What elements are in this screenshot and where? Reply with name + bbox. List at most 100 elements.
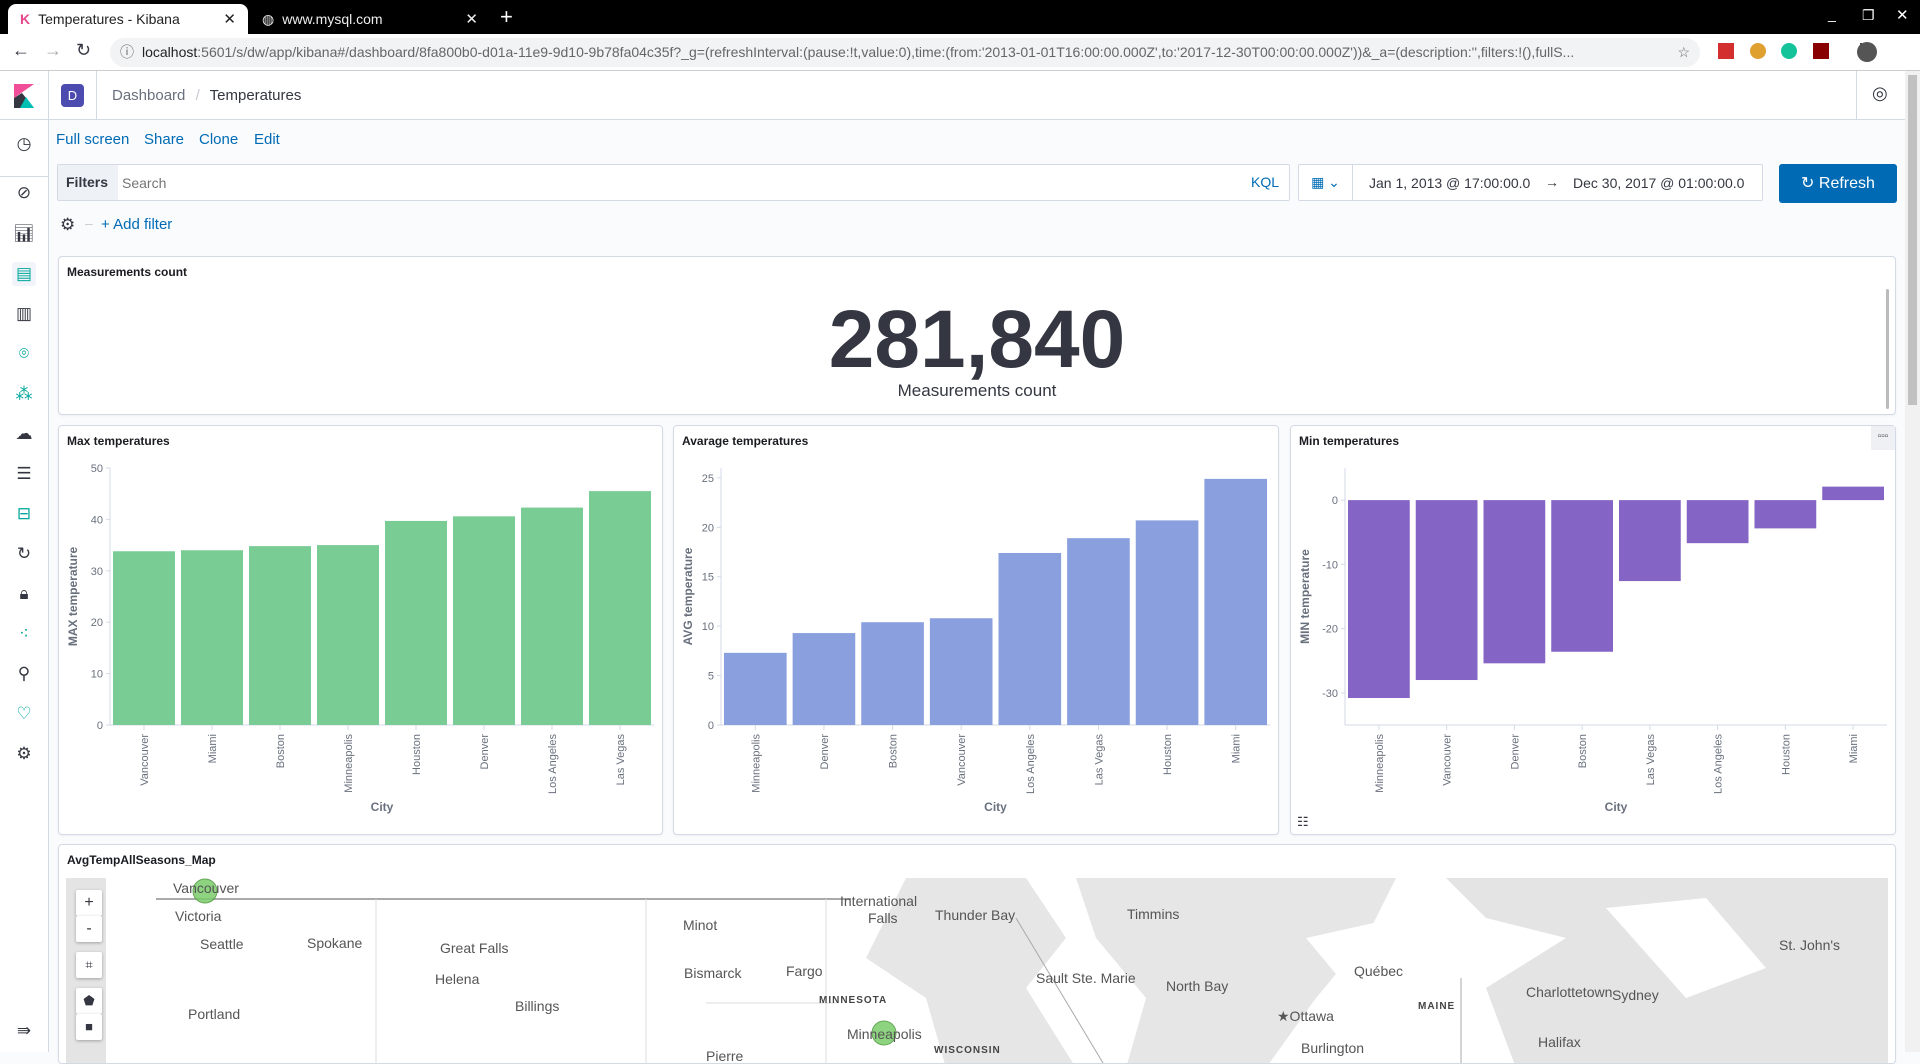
management-gear-icon[interactable]: ⚙ [12, 742, 36, 766]
refresh-button[interactable]: ↻ Refresh [1779, 164, 1897, 203]
bar-miami[interactable] [1822, 486, 1884, 501]
url-input[interactable]: ⓘ localhost:5601/s/dw/app/kibana#/dashbo… [110, 38, 1700, 67]
x-tick-label: Miami [1231, 734, 1243, 763]
bar-vancouver[interactable] [929, 618, 993, 725]
breadcrumb-dashboard[interactable]: Dashboard [112, 87, 185, 104]
bar-los-angeles[interactable] [521, 507, 583, 725]
y-tick-label: 30 [91, 566, 103, 578]
restore-button[interactable]: ❐ [1862, 7, 1875, 24]
share-link[interactable]: Share [144, 131, 184, 148]
filters-label[interactable]: Filters [58, 165, 118, 200]
back-icon[interactable]: ← [12, 40, 30, 61]
panel-options-button[interactable]: ▫▫▫ [1871, 426, 1895, 450]
maps-icon[interactable]: ⌾ [12, 342, 36, 366]
start-date-button[interactable]: Jan 1, 2013 @ 17:00:00.0 [1369, 175, 1530, 191]
map-place-label: MAINE [1418, 1001, 1456, 1012]
bar-las-vegas[interactable] [1619, 500, 1681, 582]
bar-denver[interactable] [792, 633, 856, 725]
bar-boston[interactable] [249, 546, 311, 725]
collapse-nav-icon[interactable]: ⇛ [12, 1019, 36, 1043]
sidebar-nav: ◷ ⊘ 📊︎ ▤ ▥ ⌾ ⁂ ☁ ☰ ⊟ ↻ 🔒︎ ⁖ ⚲ ♡ ⚙ ⇛ [0, 120, 49, 1052]
kibana-logo-icon[interactable] [14, 84, 34, 108]
logs-icon[interactable]: ☰ [12, 462, 36, 486]
space-avatar[interactable]: D [61, 84, 84, 107]
bookmark-star-icon[interactable]: ☆ [1673, 38, 1690, 67]
canvas-icon[interactable]: ▥ [12, 302, 36, 326]
add-filter-button[interactable]: + Add filter [101, 216, 172, 233]
page-scrollbar[interactable] [1905, 71, 1920, 1052]
zoom-in-button[interactable]: + [76, 890, 102, 916]
help-icon[interactable]: ◎ [1872, 83, 1888, 104]
average-temperatures-panel: Avarage temperatures 0 5 10 15 20 25 Minneapoli… [673, 425, 1279, 835]
calendar-dropdown-button[interactable]: ▦ ⌄ [1299, 165, 1353, 200]
siem-lock-icon[interactable]: 🔒︎ [12, 582, 36, 606]
bar-minneapolis[interactable] [1348, 500, 1410, 699]
bar-houston[interactable] [1754, 500, 1817, 529]
browser-tab-mysql[interactable]: ◍ www.mysql.com ✕ [250, 4, 490, 34]
bar-boston[interactable] [1551, 500, 1613, 652]
dashboard-icon[interactable]: ▤ [12, 262, 36, 286]
bar-las-vegas[interactable] [589, 491, 651, 725]
minimize-button[interactable]: _ [1828, 6, 1836, 22]
map-place-label: Minot [683, 917, 718, 933]
apm-icon[interactable]: ⊟ [12, 502, 36, 526]
legend-toggle-icon[interactable]: ☷ [1297, 814, 1309, 830]
y-tick-label: 40 [91, 514, 103, 526]
bar-los-angeles[interactable] [1686, 500, 1749, 544]
uptime-icon[interactable]: ↻ [12, 542, 36, 566]
bar-denver[interactable] [1483, 500, 1546, 664]
bar-houston[interactable] [1135, 520, 1199, 725]
ublock-icon[interactable] [1813, 43, 1829, 59]
y-tick-label: 25 [702, 473, 714, 485]
bar-los-angeles[interactable] [998, 553, 1062, 725]
x-tick-label: Miami [207, 734, 219, 763]
kql-toggle[interactable]: KQL [1251, 174, 1279, 190]
bar-miami[interactable] [1204, 478, 1267, 725]
bar-vancouver[interactable] [1415, 500, 1478, 681]
draw-polygon-icon[interactable]: ⬟ [76, 988, 102, 1014]
clone-link[interactable]: Clone [199, 131, 238, 148]
map-place-label: Timmins [1127, 906, 1180, 922]
url-host: localhost [142, 44, 198, 60]
infrastructure-icon[interactable]: ☁ [12, 422, 36, 446]
dev-tools-icon[interactable]: ⚲ [12, 662, 36, 686]
map-place-label: International [840, 893, 918, 909]
end-date-button[interactable]: Dec 30, 2017 @ 01:00:00.0 [1573, 175, 1744, 191]
zoom-out-button[interactable]: - [76, 916, 102, 942]
new-tab-button[interactable]: + [500, 4, 513, 30]
bar-denver[interactable] [453, 516, 515, 725]
bar-houston[interactable] [385, 520, 447, 725]
close-window-button[interactable]: ✕ [1896, 6, 1909, 24]
panel-scrollbar[interactable] [1886, 289, 1889, 409]
bar-boston[interactable] [861, 622, 924, 725]
bar-las-vegas[interactable] [1067, 538, 1130, 725]
forward-icon[interactable]: → [44, 40, 62, 61]
reload-icon[interactable]: ↻ [76, 40, 91, 61]
browser-tab-kibana[interactable]: K Temperatures - Kibana ✕ [8, 4, 248, 34]
bar-minneapolis[interactable] [317, 545, 379, 725]
recently-viewed-clock-icon[interactable]: ◷ [12, 132, 36, 156]
full-screen-link[interactable]: Full screen [56, 131, 129, 148]
extension-icon[interactable] [1750, 43, 1766, 59]
y-tick-label: 5 [708, 671, 714, 683]
draw-rectangle-icon[interactable]: ■ [76, 1014, 102, 1040]
search-input[interactable] [122, 169, 1202, 196]
profile-avatar[interactable] [1857, 42, 1877, 62]
filter-settings-gear-icon[interactable]: ⚙ [60, 215, 75, 235]
map-canvas[interactable]: + - ⌗ ⬟ ■ Vancouver Victoria Seattle Spokan… [66, 878, 1888, 1063]
monitoring-heart-icon[interactable]: ♡ [12, 702, 36, 726]
close-tab-icon[interactable]: ✕ [223, 10, 236, 28]
extension-icon[interactable] [1718, 43, 1734, 59]
bar-miami[interactable] [181, 550, 243, 725]
visualize-chart-icon[interactable]: 📊︎ [12, 222, 36, 246]
graph-icon[interactable]: ⁖ [12, 622, 36, 646]
grammarly-icon[interactable] [1781, 43, 1797, 59]
max-temperatures-panel: Max temperatures 0 10 20 30 40 50 Vancouver Miam… [58, 425, 663, 835]
bar-vancouver[interactable] [113, 551, 175, 725]
edit-link[interactable]: Edit [254, 131, 280, 148]
discover-compass-icon[interactable]: ⊘ [12, 181, 36, 205]
close-tab-icon[interactable]: ✕ [465, 10, 478, 28]
fit-bounds-crop-icon[interactable]: ⌗ [76, 952, 102, 978]
bar-minneapolis[interactable] [724, 652, 787, 725]
ml-icon[interactable]: ⁂ [12, 382, 36, 406]
